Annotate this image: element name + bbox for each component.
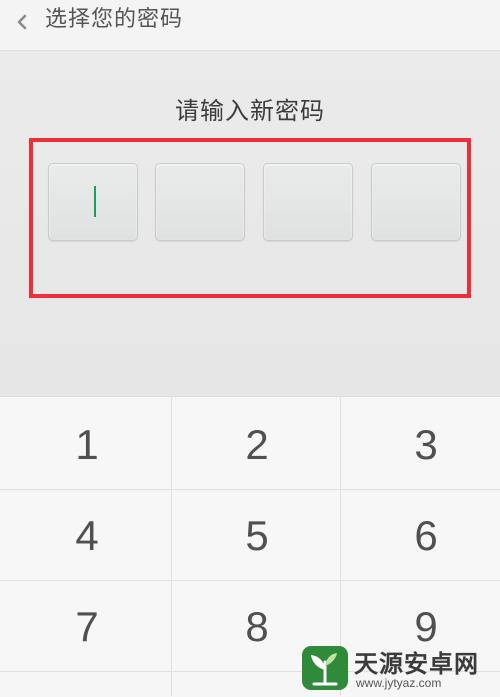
watermark-url: www.jytyaz.com [356, 676, 442, 690]
watermark-title: 天源安卓网 [354, 650, 479, 678]
pin-digit-box-3[interactable] [263, 163, 353, 241]
header-bar: 选择您的密码 [0, 0, 500, 51]
plant-logo-icon [302, 646, 348, 690]
chevron-left-icon[interactable] [14, 12, 30, 32]
key-4[interactable]: 4 [2, 491, 172, 581]
key-2[interactable]: 2 [172, 400, 342, 490]
pin-prompt: 请输入新密码 [175, 97, 325, 125]
key-6[interactable]: 6 [341, 491, 500, 581]
pin-digit-box-2[interactable] [155, 163, 245, 241]
key-5[interactable]: 5 [172, 491, 342, 581]
page-title: 选择您的密码 [45, 7, 184, 32]
keypad-divider [0, 489, 500, 490]
text-cursor [94, 186, 96, 217]
key-1[interactable]: 1 [2, 400, 172, 490]
site-watermark: 天源安卓网 www.jytyaz.com [300, 636, 500, 696]
keypad-divider [0, 580, 500, 581]
pin-digit-box-4[interactable] [371, 163, 461, 241]
pin-digit-box-1[interactable] [48, 163, 138, 241]
key-7[interactable]: 7 [2, 582, 172, 672]
keypad-divider [171, 396, 172, 696]
key-3[interactable]: 3 [341, 400, 500, 490]
